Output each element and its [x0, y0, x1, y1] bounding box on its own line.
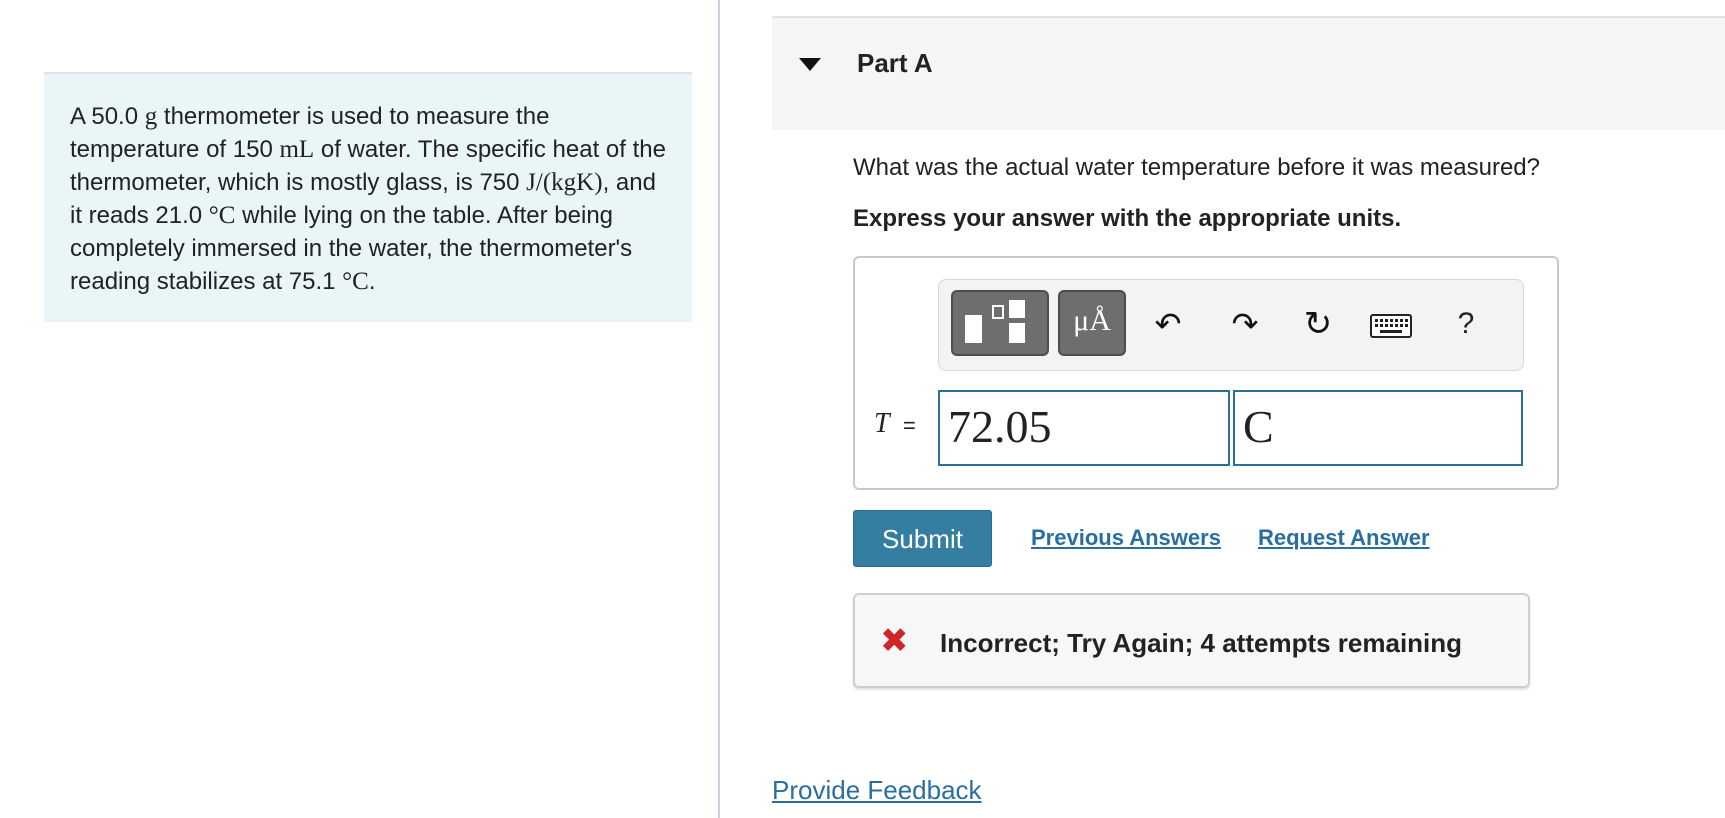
- part-title: Part A: [857, 48, 933, 78]
- instruction-text: Express your answer with the appropriate…: [853, 205, 1402, 232]
- problem-text: A 50.0: [70, 103, 145, 130]
- reset-icon[interactable]: ↻: [1298, 304, 1338, 344]
- problem-math: mL: [279, 136, 315, 163]
- problem-math: g: [144, 103, 158, 130]
- undo-icon[interactable]: ↶: [1150, 304, 1186, 344]
- answer-unit-field[interactable]: C: [1233, 390, 1523, 466]
- variable-label: T: [874, 408, 890, 439]
- provide-feedback-link[interactable]: Provide Feedback: [772, 775, 982, 806]
- problem-text: .: [368, 268, 376, 295]
- request-answer-link[interactable]: Request Answer: [1258, 525, 1430, 551]
- problem-math: °C: [342, 268, 369, 295]
- problem-math: J/(kgK): [526, 169, 603, 196]
- units-icon: μÅ: [1073, 304, 1111, 337]
- answer-value-field[interactable]: 72.05: [938, 390, 1230, 466]
- units-button[interactable]: μÅ: [1058, 290, 1126, 356]
- keyboard-icon[interactable]: [1370, 314, 1412, 338]
- pane-divider: [718, 0, 720, 818]
- problem-math: °C: [208, 202, 236, 229]
- question-text: What was the actual water temperature be…: [853, 154, 1540, 181]
- redo-icon[interactable]: ↷: [1227, 304, 1263, 344]
- feedback-message: Incorrect; Try Again; 4 attempts remaini…: [940, 628, 1463, 658]
- templates-button[interactable]: [951, 290, 1049, 356]
- help-icon[interactable]: ?: [1451, 304, 1481, 344]
- templates-icon: [965, 300, 1025, 343]
- previous-answers-link[interactable]: Previous Answers: [1031, 525, 1221, 551]
- caret-down-icon[interactable]: [799, 58, 821, 71]
- equals-sign: =: [903, 413, 916, 438]
- problem-statement: A 50.0 g thermometer is used to measure …: [44, 72, 692, 322]
- incorrect-x-icon: ✖: [880, 622, 909, 660]
- submit-button[interactable]: Submit: [853, 510, 992, 567]
